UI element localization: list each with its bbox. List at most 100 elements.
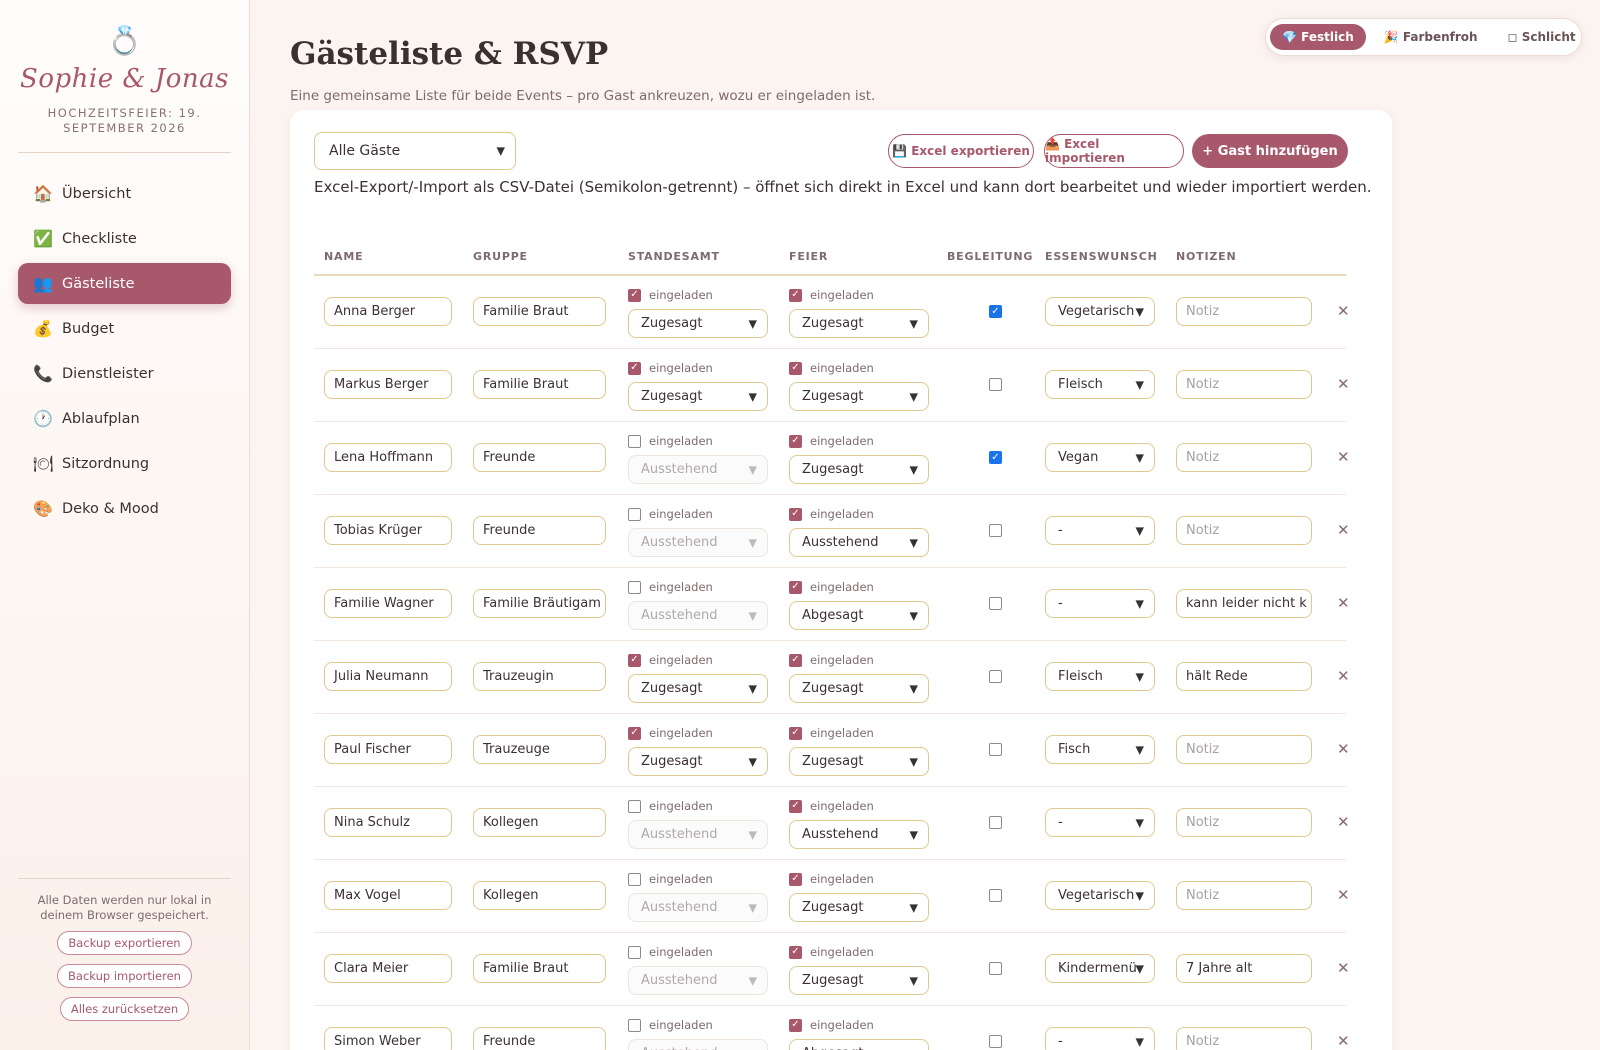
civil-invited-checkbox[interactable]	[628, 799, 641, 813]
guest-name-input[interactable]: Simon Weber	[324, 1027, 452, 1050]
notes-input[interactable]: Notiz	[1176, 808, 1312, 837]
civil-invited[interactable]: eingeladen	[628, 434, 713, 448]
notes-input[interactable]: kann leider nicht k	[1176, 589, 1312, 618]
meal-select[interactable]: Fleisch ▼	[1045, 370, 1155, 399]
sidebar-item-6[interactable]: 🍽 Sitzordnung	[18, 443, 231, 484]
delete-guest-button[interactable]: ✕	[1337, 375, 1350, 393]
party-status-select[interactable]: Abgesagt▼	[789, 601, 929, 630]
backup-export-button[interactable]: Backup exportieren	[57, 931, 192, 955]
guest-name-input[interactable]: Lena Hoffmann	[324, 443, 452, 472]
guest-group-input[interactable]: Freunde	[473, 443, 606, 472]
party-invited-checkbox[interactable]: ✓	[789, 872, 802, 886]
guest-group-input[interactable]: Kollegen	[473, 808, 606, 837]
civil-invited[interactable]: eingeladen	[628, 799, 713, 813]
excel-export-button[interactable]: 💾 Excel exportieren	[888, 134, 1034, 168]
party-invited[interactable]: ✓ eingeladen	[789, 1018, 874, 1032]
notes-input[interactable]: hält Rede	[1176, 662, 1312, 691]
companion-checkbox[interactable]	[989, 670, 1002, 683]
sidebar-item-1[interactable]: ✅ Checkliste	[18, 218, 231, 259]
guest-name-input[interactable]: Nina Schulz	[324, 808, 452, 837]
party-status-select[interactable]: Ausstehend ▼	[789, 820, 929, 849]
companion-checkbox[interactable]	[989, 962, 1002, 975]
party-invited-checkbox[interactable]: ✓	[789, 726, 802, 740]
party-invited[interactable]: ✓ eingeladen	[789, 361, 874, 375]
civil-invited[interactable]: ✓ eingeladen	[628, 288, 713, 302]
civil-invited-checkbox[interactable]	[628, 1018, 641, 1032]
guest-name-input[interactable]: Markus Berger	[324, 370, 452, 399]
delete-guest-button[interactable]: ✕	[1337, 813, 1350, 831]
party-invited-checkbox[interactable]: ✓	[789, 361, 802, 375]
delete-guest-button[interactable]: ✕	[1337, 1032, 1350, 1050]
guest-group-input[interactable]: Familie Braut	[473, 297, 606, 326]
delete-guest-button[interactable]: ✕	[1337, 521, 1350, 539]
civil-invited-checkbox[interactable]	[628, 507, 641, 521]
civil-status-select[interactable]: Zugesagt ▼	[628, 747, 768, 776]
party-invited[interactable]: ✓ eingeladen	[789, 434, 874, 448]
civil-status-select[interactable]: Zugesagt ▼	[628, 674, 768, 703]
meal-select[interactable]: - ▼	[1045, 589, 1155, 618]
party-invited[interactable]: ✓ eingeladen	[789, 872, 874, 886]
civil-invited-checkbox[interactable]: ✓	[628, 653, 641, 667]
companion-checkbox[interactable]	[989, 816, 1002, 829]
civil-invited-checkbox[interactable]: ✓	[628, 726, 641, 740]
party-invited-checkbox[interactable]: ✓	[789, 434, 802, 448]
party-invited[interactable]: ✓ eingeladen	[789, 799, 874, 813]
civil-invited-checkbox[interactable]	[628, 434, 641, 448]
guest-name-input[interactable]: Paul Fischer	[324, 735, 452, 764]
companion-checkbox[interactable]	[989, 524, 1002, 537]
theme-button-2[interactable]: ◻ Schlicht	[1496, 24, 1588, 50]
party-invited-checkbox[interactable]: ✓	[789, 799, 802, 813]
civil-invited-checkbox[interactable]	[628, 872, 641, 886]
guest-group-input[interactable]: Trauzeugin	[473, 662, 606, 691]
civil-status-select[interactable]: Zugesagt ▼	[628, 382, 768, 411]
sidebar-item-3[interactable]: 💰 Budget	[18, 308, 231, 349]
guest-group-input[interactable]: Freunde	[473, 516, 606, 545]
guest-group-input[interactable]: Trauzeuge	[473, 735, 606, 764]
companion-checkbox[interactable]	[989, 889, 1002, 902]
civil-status-select[interactable]: Zugesagt ▼	[628, 309, 768, 338]
party-status-select[interactable]: Ausstehend ▼	[789, 528, 929, 557]
guest-name-input[interactable]: Julia Neumann	[324, 662, 452, 691]
party-invited[interactable]: ✓ eingeladen	[789, 580, 874, 594]
civil-invited[interactable]: ✓ eingeladen	[628, 653, 713, 667]
party-status-select[interactable]: Abgesagt▼	[789, 1039, 929, 1050]
notes-input[interactable]: Notiz	[1176, 443, 1312, 472]
civil-invited[interactable]: eingeladen	[628, 872, 713, 886]
party-status-select[interactable]: Zugesagt ▼	[789, 966, 929, 995]
delete-guest-button[interactable]: ✕	[1337, 959, 1350, 977]
theme-button-0[interactable]: 💎 Festlich	[1270, 24, 1366, 50]
civil-invited[interactable]: eingeladen	[628, 1018, 713, 1032]
sidebar-item-7[interactable]: 🎨 Deko & Mood	[18, 488, 231, 529]
party-status-select[interactable]: Zugesagt ▼	[789, 674, 929, 703]
guest-name-input[interactable]: Max Vogel	[324, 881, 452, 910]
meal-select[interactable]: Vegetarisch ▼	[1045, 297, 1155, 326]
party-invited-checkbox[interactable]: ✓	[789, 1018, 802, 1032]
delete-guest-button[interactable]: ✕	[1337, 448, 1350, 466]
meal-select[interactable]: Kindermenü ▼	[1045, 954, 1155, 983]
companion-checkbox[interactable]	[989, 1035, 1002, 1048]
notes-input[interactable]: Notiz	[1176, 370, 1312, 399]
party-invited[interactable]: ✓ eingeladen	[789, 653, 874, 667]
party-status-select[interactable]: Zugesagt ▼	[789, 747, 929, 776]
party-invited-checkbox[interactable]: ✓	[789, 653, 802, 667]
notes-input[interactable]: Notiz	[1176, 881, 1312, 910]
sidebar-item-4[interactable]: 📞 Dienstleister	[18, 353, 231, 394]
notes-input[interactable]: Notiz	[1176, 297, 1312, 326]
guest-name-input[interactable]: Familie Wagner	[324, 589, 452, 618]
notes-input[interactable]: Notiz	[1176, 1027, 1312, 1050]
delete-guest-button[interactable]: ✕	[1337, 886, 1350, 904]
meal-select[interactable]: - ▼	[1045, 516, 1155, 545]
companion-checkbox[interactable]: ✓	[989, 451, 1002, 464]
guest-group-input[interactable]: Freunde	[473, 1027, 606, 1050]
party-invited[interactable]: ✓ eingeladen	[789, 726, 874, 740]
companion-checkbox[interactable]: ✓	[989, 305, 1002, 318]
sidebar-item-2[interactable]: 👥 Gästeliste	[18, 263, 231, 304]
notes-input[interactable]: 7 Jahre alt	[1176, 954, 1312, 983]
civil-invited[interactable]: eingeladen	[628, 507, 713, 521]
meal-select[interactable]: Fleisch ▼	[1045, 662, 1155, 691]
civil-invited-checkbox[interactable]: ✓	[628, 288, 641, 302]
party-status-select[interactable]: Zugesagt ▼	[789, 382, 929, 411]
party-invited[interactable]: ✓ eingeladen	[789, 945, 874, 959]
notes-input[interactable]: Notiz	[1176, 516, 1312, 545]
sidebar-item-5[interactable]: 🕐 Ablaufplan	[18, 398, 231, 439]
